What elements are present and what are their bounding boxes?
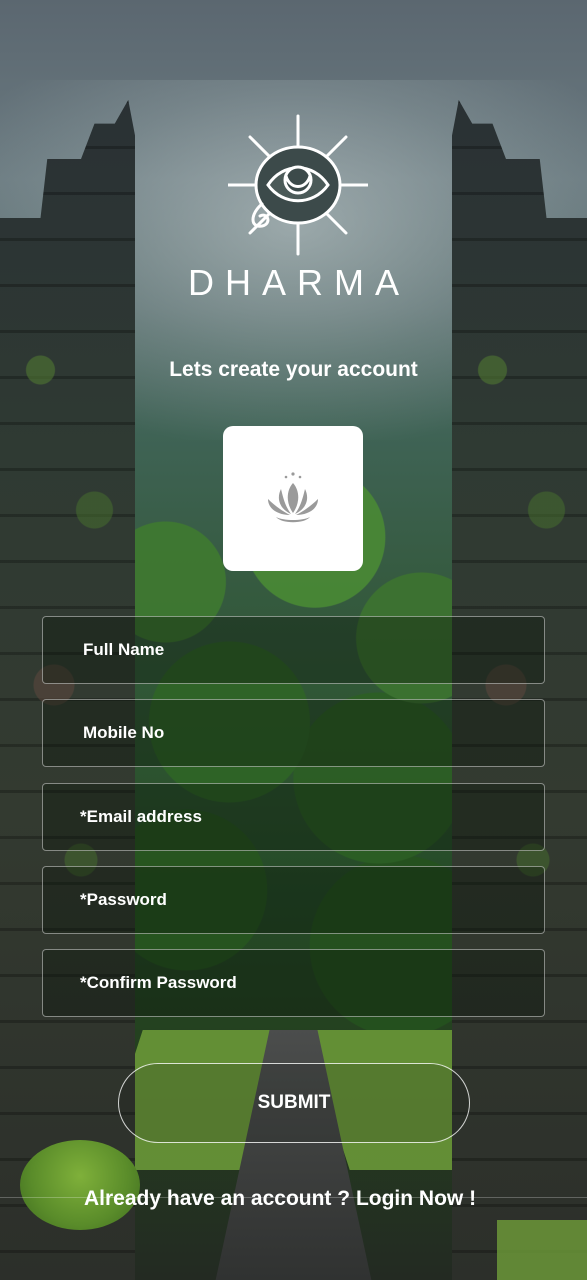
full-name-input[interactable] — [43, 617, 544, 683]
shrub — [20, 1140, 140, 1230]
ground-right — [497, 1220, 587, 1280]
brand-name: DHARMA — [187, 262, 410, 303]
login-now-link[interactable]: Login Now ! — [356, 1187, 476, 1210]
mobile-field[interactable] — [42, 699, 545, 767]
password-field[interactable] — [42, 866, 545, 934]
page-title: Lets create your account — [169, 358, 418, 381]
password-input[interactable] — [43, 867, 544, 933]
submit-button[interactable]: SUBMIT — [118, 1063, 470, 1143]
confirm-password-input[interactable] — [43, 950, 544, 1016]
email-field[interactable] — [42, 783, 545, 851]
login-prompt: Already have an account ? Login Now ! — [84, 1187, 476, 1211]
full-name-field[interactable] — [42, 616, 545, 684]
eye-sun-icon — [226, 114, 370, 256]
mobile-input[interactable] — [43, 700, 544, 766]
profile-image-picker[interactable] — [223, 426, 363, 571]
login-prompt-text: Already have an account ? — [84, 1187, 356, 1210]
confirm-password-field[interactable] — [42, 949, 545, 1017]
email-input[interactable] — [43, 784, 544, 850]
lotus-icon — [268, 471, 318, 522]
